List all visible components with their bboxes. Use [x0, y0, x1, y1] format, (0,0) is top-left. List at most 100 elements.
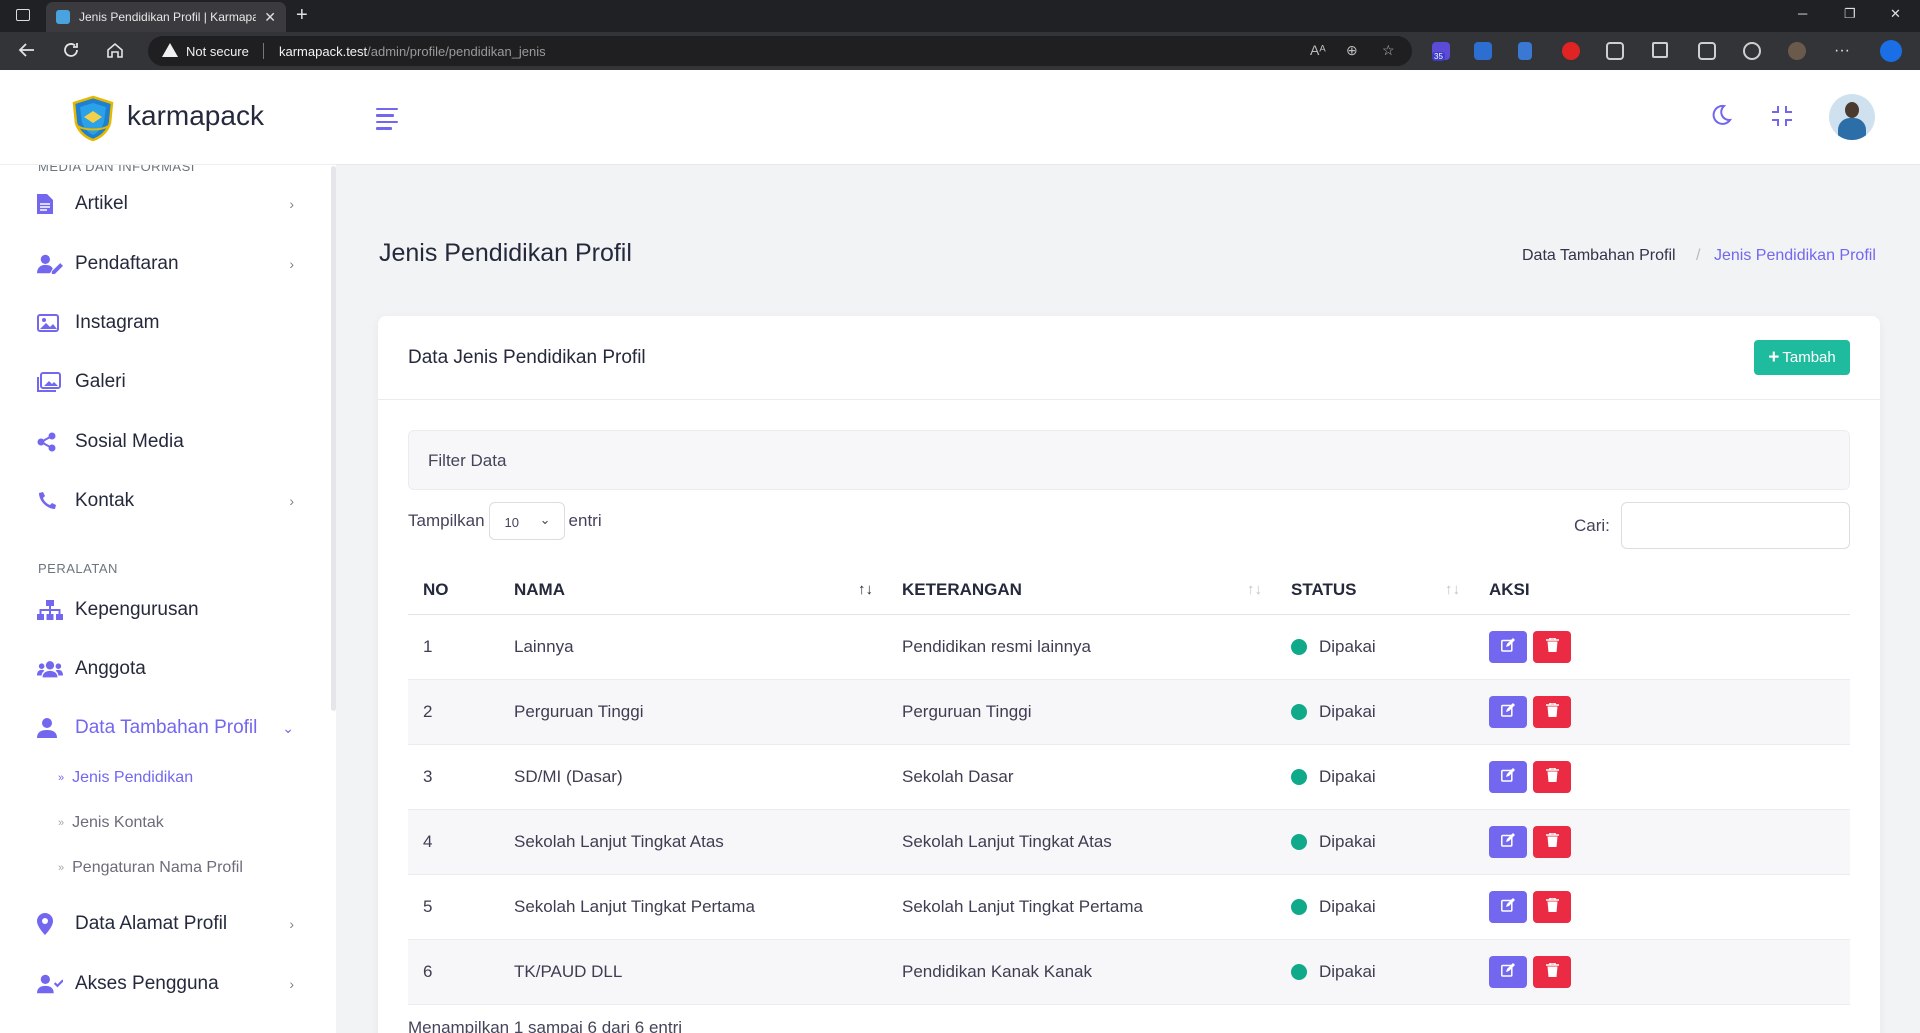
- delete-button[interactable]: [1533, 760, 1571, 793]
- bullet-icon: »: [58, 772, 65, 784]
- new-tab-icon[interactable]: +: [296, 4, 308, 27]
- zoom-icon[interactable]: ⊕: [1346, 42, 1358, 59]
- fullscreen-exit-icon[interactable]: [1770, 104, 1794, 128]
- sidebar-subitem-jenis-kontak[interactable]: » Jenis Kontak: [58, 814, 164, 832]
- tab-close-icon[interactable]: ✕: [264, 9, 276, 26]
- status-label: Dipakai: [1319, 636, 1376, 656]
- add-button-label: Tambah: [1782, 349, 1836, 366]
- profile-avatar-icon[interactable]: [1788, 42, 1806, 60]
- cell-keterangan: Pendidikan Kanak Kanak: [887, 939, 1276, 1005]
- table-row: 2 Perguruan Tinggi Perguruan Tinggi Dipakai: [408, 679, 1850, 745]
- section-title-media: MEDIA DAN INFORMASI: [38, 165, 195, 174]
- window-menu-icon[interactable]: [16, 9, 30, 21]
- plus-icon: +: [1768, 346, 1780, 368]
- bookmark-extension-icon[interactable]: [1518, 42, 1532, 60]
- status-badge: Dipakai: [1291, 767, 1474, 787]
- security-label[interactable]: Not secure: [186, 44, 249, 59]
- sidebar-subitem-jenis-pendidikan[interactable]: » Jenis Pendidikan: [58, 769, 193, 787]
- edit-button[interactable]: [1489, 630, 1527, 663]
- browser-tab[interactable]: Jenis Pendidikan Profil | Karmapack ✕: [46, 2, 286, 32]
- cell-keterangan: Perguruan Tinggi: [887, 679, 1276, 745]
- table-row: 5 Sekolah Lanjut Tingkat Pertama Sekolah L…: [408, 874, 1850, 940]
- sidebar-scrollbar[interactable]: [331, 166, 336, 711]
- add-button[interactable]: + Tambah: [1754, 340, 1850, 375]
- column-header-status[interactable]: STATUS ↑↓: [1276, 566, 1474, 615]
- cell-nama: Perguruan Tinggi: [499, 679, 887, 745]
- url-text[interactable]: karmapack.test/admin/profile/pendidikan_…: [279, 44, 546, 59]
- more-menu-icon[interactable]: ···: [1834, 42, 1850, 60]
- column-header-keterangan[interactable]: KETERANGAN ↑↓: [887, 566, 1276, 615]
- filter-panel[interactable]: Filter Data: [408, 430, 1850, 490]
- delete-button[interactable]: [1533, 955, 1571, 988]
- edit-icon: [1501, 702, 1515, 722]
- omnibox[interactable]: Not secure karmapack.test/admin/profile/…: [148, 36, 1412, 66]
- delete-button[interactable]: [1533, 695, 1571, 728]
- column-header-no[interactable]: NO: [408, 566, 499, 615]
- delete-button[interactable]: [1533, 630, 1571, 663]
- map-pin-icon: [37, 913, 63, 935]
- window-minimize-icon[interactable]: ─: [1798, 6, 1807, 21]
- favicon-icon: [56, 10, 70, 24]
- warning-icon: [162, 43, 178, 57]
- collections-icon[interactable]: [1698, 42, 1716, 60]
- dark-mode-moon-icon[interactable]: [1710, 104, 1732, 126]
- cell-nama: TK/PAUD DLL: [499, 939, 887, 1005]
- sidebar-item-instagram[interactable]: Instagram: [0, 300, 336, 346]
- page-length-select[interactable]: 10 ⌄: [488, 502, 565, 540]
- history-icon[interactable]: [1743, 42, 1761, 60]
- delete-button[interactable]: [1533, 890, 1571, 923]
- edit-button[interactable]: [1489, 760, 1527, 793]
- sidebar-item-label: Galeri: [75, 371, 126, 392]
- sidebar-item-kontak[interactable]: Kontak ›: [0, 478, 336, 524]
- edit-button[interactable]: [1489, 955, 1527, 988]
- edit-icon: [1501, 897, 1515, 917]
- sidebar-item-artikel[interactable]: Artikel ›: [0, 181, 336, 227]
- status-dot-icon: [1291, 963, 1307, 980]
- edit-button[interactable]: [1489, 695, 1527, 728]
- sidebar-item-galeri[interactable]: Galeri: [0, 359, 336, 405]
- sidebar-item-pendaftaran[interactable]: Pendaftaran ›: [0, 241, 336, 287]
- home-icon[interactable]: [106, 41, 124, 59]
- status-label: Dipakai: [1319, 701, 1376, 721]
- edit-button[interactable]: [1489, 825, 1527, 858]
- images-icon: [37, 371, 63, 393]
- breadcrumb-parent[interactable]: Data Tambahan Profil: [1522, 247, 1676, 265]
- sidebar-item-akses-pengguna[interactable]: Akses Pengguna ›: [0, 961, 336, 1007]
- user-avatar[interactable]: [1829, 94, 1875, 140]
- translate-extension-icon[interactable]: [1474, 42, 1492, 60]
- brand-logo[interactable]: karmapack: [0, 70, 336, 165]
- shield-logo-icon: [72, 95, 114, 141]
- users-icon: [37, 658, 63, 680]
- extensions-icon[interactable]: [1606, 42, 1624, 60]
- edit-button[interactable]: [1489, 890, 1527, 923]
- cell-aksi: [1474, 614, 1850, 680]
- read-aloud-icon[interactable]: Aᴬ: [1310, 42, 1326, 58]
- sidebar-item-kepengurusan[interactable]: Kepengurusan: [0, 587, 336, 633]
- column-header-nama[interactable]: NAMA ↑↓: [499, 566, 887, 615]
- trash-icon: [1545, 961, 1559, 982]
- sidebar-item-anggota[interactable]: Anggota: [0, 646, 336, 692]
- copilot-icon[interactable]: [1880, 40, 1902, 62]
- sidebar-item-data-alamat-profil[interactable]: Data Alamat Profil ›: [0, 901, 336, 947]
- back-icon[interactable]: [18, 41, 36, 59]
- status-dot-icon: [1291, 703, 1307, 720]
- sidebar-item-sosial-media[interactable]: Sosial Media: [0, 419, 336, 465]
- delete-button[interactable]: [1533, 825, 1571, 858]
- adblock-extension-icon[interactable]: [1562, 42, 1580, 60]
- browser-address-bar: Not secure karmapack.test/admin/profile/…: [0, 32, 1920, 70]
- sidebar-item-label: Artikel: [75, 193, 128, 214]
- reload-icon[interactable]: [62, 41, 80, 59]
- chevron-right-icon: ›: [289, 196, 294, 212]
- window-restore-icon[interactable]: ❐: [1844, 6, 1856, 22]
- menu-toggle-icon[interactable]: [376, 108, 398, 134]
- search-input[interactable]: [1621, 502, 1850, 549]
- favorite-add-icon[interactable]: ☆: [1382, 42, 1395, 59]
- sidebar-subitem-pengaturan-nama-profil[interactable]: » Pengaturan Nama Profil: [58, 859, 243, 877]
- favorites-icon[interactable]: [1652, 42, 1668, 58]
- cell-aksi: [1474, 744, 1850, 810]
- cell-keterangan: Sekolah Dasar: [887, 744, 1276, 810]
- sidebar-item-data-tambahan-profil[interactable]: Data Tambahan Profil ⌄: [0, 705, 336, 751]
- data-card: Data Jenis Pendidikan Profil + Tambah Fi…: [378, 316, 1880, 1033]
- cell-nama: Sekolah Lanjut Tingkat Pertama: [499, 874, 887, 940]
- window-close-icon[interactable]: ✕: [1890, 6, 1901, 22]
